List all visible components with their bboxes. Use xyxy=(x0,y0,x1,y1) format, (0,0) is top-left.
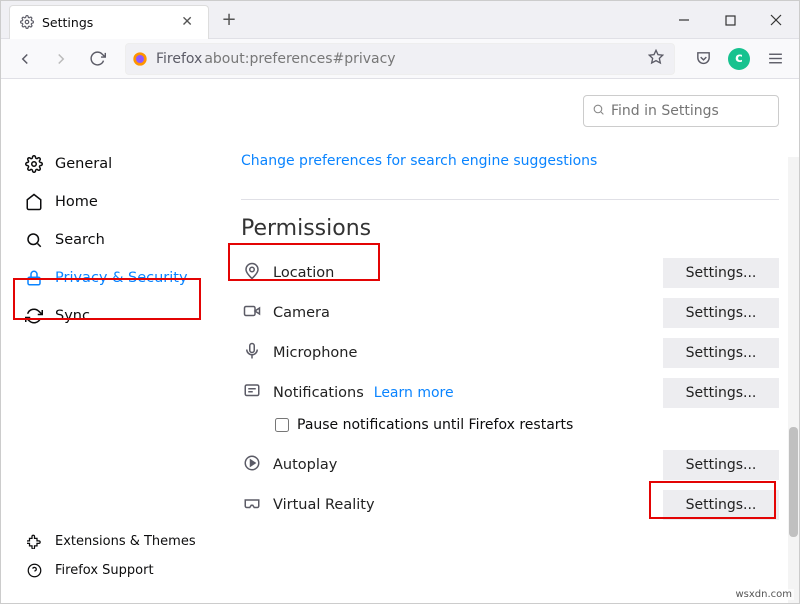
green-circle-icon: c xyxy=(728,48,750,70)
sidebar-label: Firefox Support xyxy=(55,563,154,578)
perm-row-location: Location Settings... xyxy=(241,253,779,293)
sidebar-item-support[interactable]: Firefox Support xyxy=(9,556,213,584)
sidebar-label: Sync xyxy=(55,308,90,324)
perm-row-notifications: Notifications Learn more Settings... xyxy=(241,373,779,413)
url-bar[interactable]: Firefox about:preferences#privacy xyxy=(125,43,675,75)
window: Settings ✕ + Firefox about:preferences#p… xyxy=(0,0,800,604)
perm-label: Autoplay xyxy=(273,457,337,473)
notifications-settings-button[interactable]: Settings... xyxy=(663,378,779,408)
sidebar-label: Privacy & Security xyxy=(55,270,188,286)
perm-label: Location xyxy=(273,265,334,281)
sidebar-item-extensions[interactable]: Extensions & Themes xyxy=(9,527,213,555)
home-icon xyxy=(25,193,43,211)
gear-icon xyxy=(25,155,43,173)
close-window-button[interactable] xyxy=(753,1,799,39)
new-tab-button[interactable]: + xyxy=(215,6,243,34)
sync-icon xyxy=(25,307,43,325)
vr-icon xyxy=(241,494,263,516)
bookmark-star-icon[interactable] xyxy=(644,45,668,73)
search-suggestions-link[interactable]: Change preferences for search engine sug… xyxy=(241,153,597,169)
maximize-button[interactable] xyxy=(707,1,753,39)
sidebar-label: Search xyxy=(55,232,105,248)
search-icon xyxy=(25,231,43,249)
pocket-button[interactable] xyxy=(687,43,719,75)
notifications-icon xyxy=(241,382,263,404)
sidebar-label: Home xyxy=(55,194,98,210)
camera-settings-button[interactable]: Settings... xyxy=(663,298,779,328)
watermark: wsxdn.com xyxy=(733,589,794,600)
sidebar-item-home[interactable]: Home xyxy=(9,184,213,220)
minimize-button[interactable] xyxy=(661,1,707,39)
firefox-icon xyxy=(132,51,148,67)
tab-settings[interactable]: Settings ✕ xyxy=(9,5,209,39)
sidebar-item-general[interactable]: General xyxy=(9,146,213,182)
pause-notifications-row: Pause notifications until Firefox restar… xyxy=(275,411,779,439)
sidebar-label: General xyxy=(55,156,112,172)
perm-label: Microphone xyxy=(273,345,357,361)
window-controls xyxy=(661,1,799,39)
scroll-thumb[interactable] xyxy=(789,427,798,537)
permissions-heading: Permissions xyxy=(241,216,371,241)
sidebar-item-search[interactable]: Search xyxy=(9,222,213,258)
content-area: General Home Search Privacy & Security S… xyxy=(1,79,799,603)
autoplay-settings-button[interactable]: Settings... xyxy=(663,450,779,480)
perm-row-camera: Camera Settings... xyxy=(241,293,779,333)
pause-notifications-checkbox[interactable] xyxy=(275,418,289,432)
extension-button[interactable]: c xyxy=(723,43,755,75)
tab-bar: Settings ✕ + xyxy=(1,1,799,39)
perm-label: Camera xyxy=(273,305,330,321)
pause-label: Pause notifications until Firefox restar… xyxy=(297,417,573,433)
help-icon xyxy=(25,561,43,579)
learn-more-link[interactable]: Learn more xyxy=(374,385,454,401)
sidebar-label: Extensions & Themes xyxy=(55,534,196,549)
microphone-settings-button[interactable]: Settings... xyxy=(663,338,779,368)
nav-toolbar: Firefox about:preferences#privacy c xyxy=(1,39,799,79)
close-tab-icon[interactable]: ✕ xyxy=(176,12,198,32)
autoplay-icon xyxy=(241,454,263,476)
perm-row-microphone: Microphone Settings... xyxy=(241,333,779,373)
microphone-icon xyxy=(241,342,263,364)
location-icon xyxy=(241,262,263,284)
perm-row-vr: Virtual Reality Settings... xyxy=(241,485,779,525)
sidebar-item-sync[interactable]: Sync xyxy=(9,298,213,334)
perm-label: Notifications xyxy=(273,385,364,401)
content-scrollbar[interactable] xyxy=(788,157,799,603)
vr-settings-button[interactable]: Settings... xyxy=(663,490,779,520)
reload-button[interactable] xyxy=(81,43,113,75)
settings-sidebar: General Home Search Privacy & Security S… xyxy=(1,79,221,603)
location-settings-button[interactable]: Settings... xyxy=(663,258,779,288)
forward-button[interactable] xyxy=(45,43,77,75)
find-in-settings[interactable] xyxy=(583,95,779,127)
sidebar-item-privacy[interactable]: Privacy & Security xyxy=(9,260,213,296)
lock-icon xyxy=(25,269,43,287)
tab-title: Settings xyxy=(42,15,176,30)
find-input[interactable] xyxy=(611,103,785,119)
divider xyxy=(241,199,779,200)
app-menu-button[interactable] xyxy=(759,43,791,75)
settings-main: Change preferences for search engine sug… xyxy=(221,79,799,603)
url-bar-label: Firefox xyxy=(156,51,202,67)
gear-icon xyxy=(20,15,34,29)
search-icon xyxy=(592,103,605,120)
camera-icon xyxy=(241,302,263,324)
perm-row-autoplay: Autoplay Settings... xyxy=(241,445,779,485)
puzzle-icon xyxy=(25,532,43,550)
back-button[interactable] xyxy=(9,43,41,75)
perm-label: Virtual Reality xyxy=(273,497,375,513)
url-bar-url: about:preferences#privacy xyxy=(204,51,644,67)
